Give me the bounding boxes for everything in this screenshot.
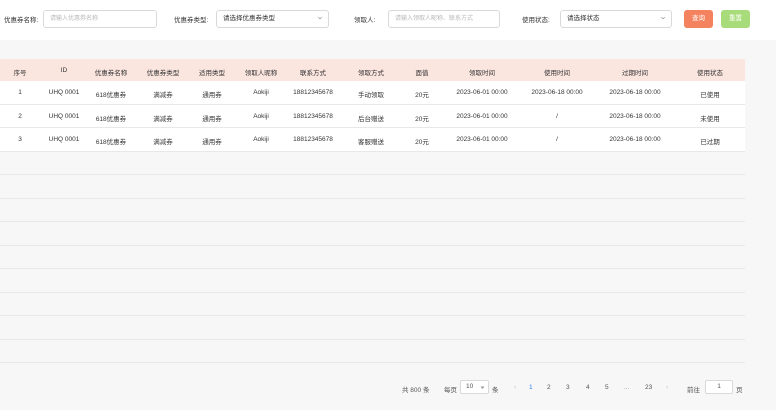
column-header: 使用状态 [697,70,723,77]
per-page-select[interactable]: 10 [460,380,489,394]
cell-face-value: 20元 [415,115,429,123]
cell-index: 3 [18,136,22,143]
cell-face-value: 20元 [415,139,429,146]
cell-receive-method: 后台赠送 [358,115,384,123]
column-header: 适用类型 [199,70,225,77]
cell-use-status: 未使用 [700,115,720,123]
filter-bar: 优惠券名称: 请输入优惠券名称 优惠券类型: 请选择优惠券类型 领取人: 请输入… [0,0,776,40]
cell-coupon-name: 618优惠券 [95,92,127,99]
cell-contact: 18812345678 [293,112,333,120]
empty-table-row [0,222,745,246]
pagination: 共 800 条 每页 10 条 ‹ 1 2 3 4 5 ... 23 › 前往 … [0,380,776,396]
cell-receive-time: 2023-06-01 00:00 [456,89,508,96]
receiver-input[interactable]: 请输入领取人昵称、联系方式 [388,10,500,28]
cell-apply-type: 通用券 [202,139,222,146]
coupon-name-label: 优惠券名称: [4,17,39,24]
cell-nickname: Aokiji [253,89,269,96]
coupon-type-select[interactable]: 请选择优惠券类型 [216,10,329,28]
receiver-label: 领取人: [354,17,376,24]
cell-contact: 18812345678 [293,136,333,143]
cell-use-time: / [556,136,558,143]
use-status-select[interactable]: 请选择状态 [560,10,672,28]
coupon-type-label: 优惠券类型: [174,17,209,24]
per-page-value: 10 [466,383,474,390]
search-button[interactable]: 查询 [684,10,713,28]
table-header: 序号 ID 优惠券名称 优惠券类型 适用类型 领取人昵称 联系方式 领取方式 面… [0,59,745,81]
coupon-name-input[interactable]: 请输入优惠券名称 [43,10,157,28]
goto-unit: 页 [736,387,743,394]
use-status-value: 请选择状态 [567,15,600,22]
table-row[interactable]: 3 UHQ 0001 618优惠券 满减券 通用券 Aokiji 1881234… [0,128,745,152]
column-header: 优惠券名称 [94,70,128,77]
per-page-unit: 条 [492,387,499,394]
cell-apply-type: 通用券 [202,115,222,123]
cell-face-value: 20元 [415,92,429,99]
cell-id: UHQ 0001 [48,112,80,120]
cell-id: UHQ 0001 [48,89,80,96]
cell-coupon-name: 618优惠券 [95,115,127,123]
goto-page-input[interactable]: 1 [705,380,733,394]
next-page-button[interactable]: › [666,384,668,391]
table-row[interactable]: 2 UHQ 0001 618优惠券 满减券 通用券 Aokiji 1881234… [0,104,745,128]
page-4[interactable]: 4 [586,384,590,391]
table-row[interactable]: 1 UHQ 0001 618优惠券 满减券 通用券 Aokiji 1881234… [0,81,745,105]
column-header: 领取人昵称 [244,70,278,77]
cell-expire-time: 2023-06-18 00:00 [609,89,661,96]
empty-table-row [0,316,745,340]
cell-contact: 18812345678 [293,89,333,96]
reset-button[interactable]: 重置 [721,10,750,28]
cell-coupon-name: 618优惠券 [95,139,127,146]
cell-coupon-type: 满减券 [153,92,173,99]
cell-nickname: Aokiji [253,136,269,143]
column-header: 序号 [13,70,27,77]
caret-down-icon [480,386,485,389]
page-3[interactable]: 3 [566,384,570,391]
cell-nickname: Aokiji [253,112,269,120]
cell-coupon-type: 满减券 [153,115,173,123]
cell-receive-method: 客服赠送 [358,139,384,146]
cell-coupon-type: 满减券 [153,139,173,146]
chevron-down-icon [317,16,323,20]
page-last[interactable]: 23 [645,384,652,391]
cell-use-status: 已使用 [700,92,720,99]
coupon-type-value: 请选择优惠券类型 [223,15,275,22]
cell-index: 2 [18,112,22,120]
column-header: 使用时间 [544,70,570,77]
pagination-total: 共 800 条 [402,387,430,394]
pagination-ellipsis[interactable]: ... [624,384,629,391]
column-header: 过期时间 [622,70,648,77]
use-status-label: 使用状态: [522,17,550,24]
prev-page-button[interactable]: ‹ [514,384,516,391]
page-5[interactable]: 5 [605,384,609,391]
page-1[interactable]: 1 [529,384,533,391]
empty-table-row [0,151,745,175]
cell-use-time: / [556,112,558,120]
column-header: 领取方式 [358,70,384,77]
column-header: ID [60,67,68,74]
chevron-down-icon [660,16,666,20]
cell-id: UHQ 0001 [48,136,80,143]
empty-table-row [0,245,745,269]
per-page-label: 每页 [444,387,457,394]
column-header: 领取时间 [469,70,495,77]
empty-table-row [0,269,745,293]
cell-expire-time: 2023-06-18 00:00 [609,136,661,143]
column-header: 联系方式 [300,70,326,77]
cell-expire-time: 2023-06-18 00:00 [609,112,661,120]
empty-table-row [0,339,745,363]
column-header: 优惠券类型 [146,70,180,77]
empty-table-row [0,175,745,199]
column-header: 面值 [415,70,429,77]
empty-table-row [0,198,745,222]
cell-use-status: 已过期 [700,139,720,146]
cell-receive-time: 2023-06-01 00:00 [456,112,508,120]
cell-receive-time: 2023-06-01 00:00 [456,136,508,143]
cell-receive-method: 手动领取 [358,92,384,99]
cell-apply-type: 通用券 [202,92,222,99]
cell-use-time: 2023-06-18 00:00 [531,89,583,96]
page-2[interactable]: 2 [547,384,551,391]
goto-label: 前往 [687,387,700,394]
cell-index: 1 [18,89,22,96]
empty-table-row [0,292,745,316]
